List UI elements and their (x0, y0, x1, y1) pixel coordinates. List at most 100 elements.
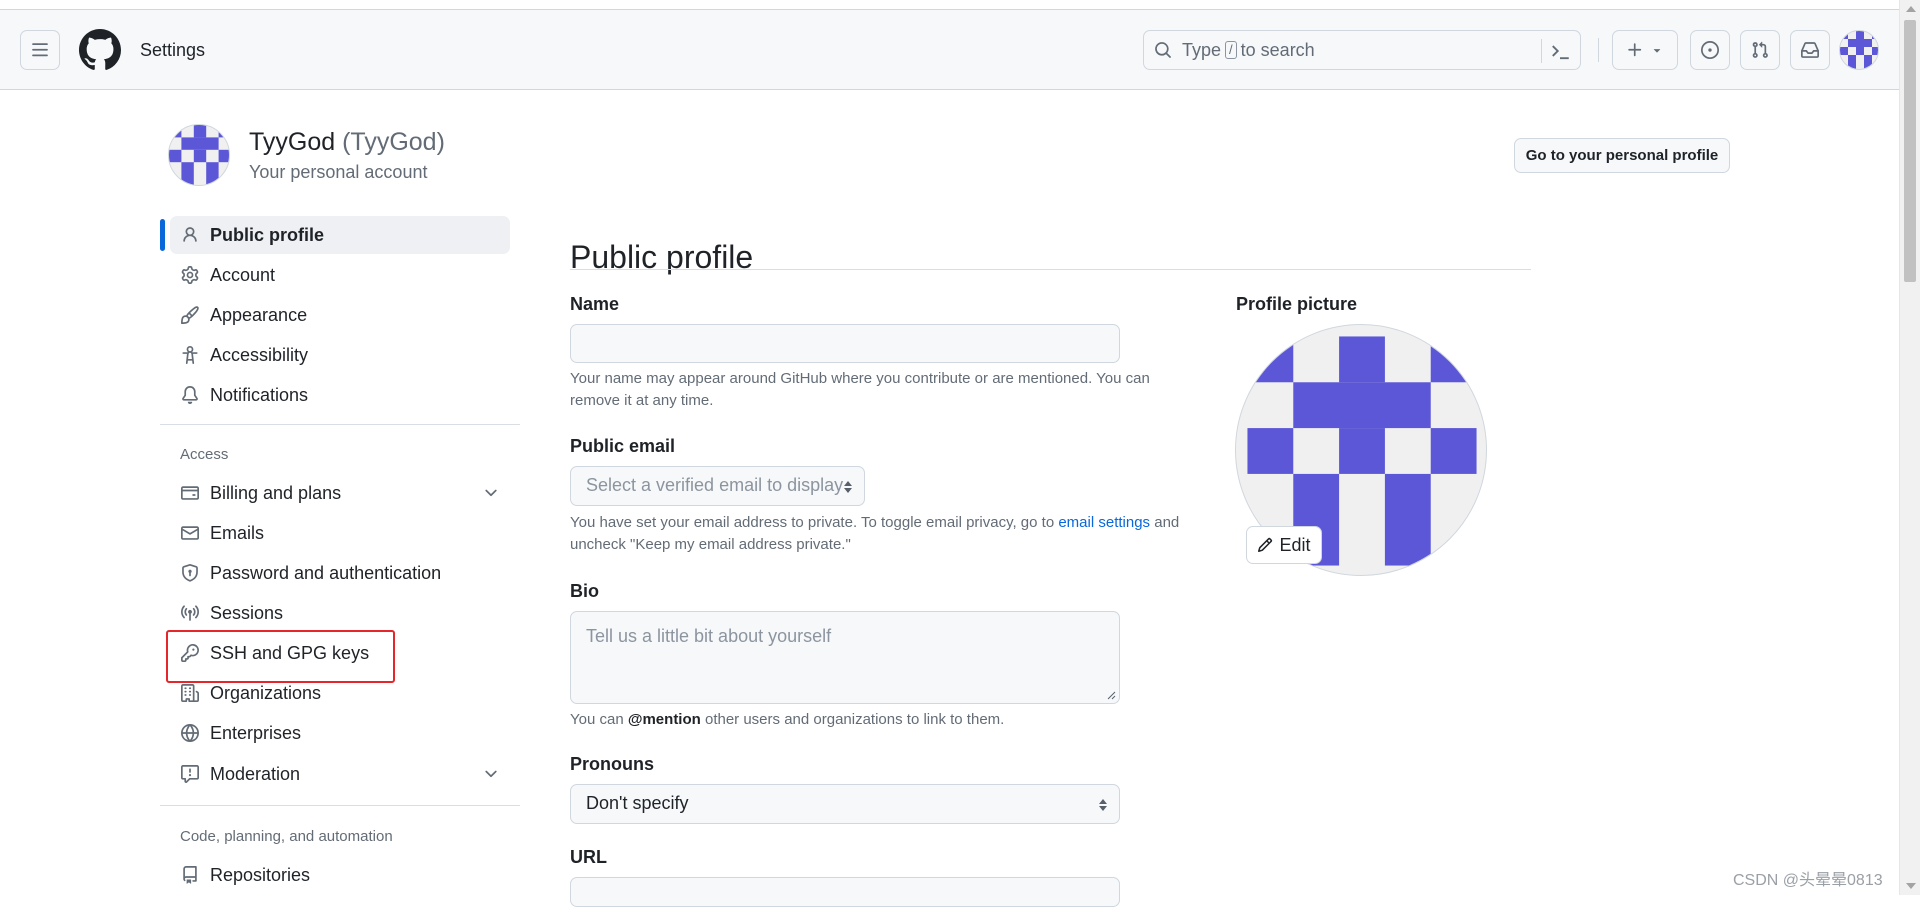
sidebar-divider (160, 805, 520, 806)
broadcast-icon (181, 605, 199, 621)
accessibility-icon (182, 346, 198, 364)
credit-card-icon (181, 486, 199, 500)
report-icon (181, 765, 199, 783)
window-top-strip (0, 0, 1899, 10)
go-to-profile-button[interactable]: Go to your personal profile (1514, 138, 1730, 173)
page-scrollbar[interactable] (1899, 0, 1920, 895)
search-prefix: Type (1182, 39, 1222, 60)
search-input[interactable]: Type / to search (1143, 30, 1581, 70)
bio-help-text: You can @mention other users and organiz… (570, 709, 1190, 731)
user-avatar[interactable] (1839, 30, 1879, 70)
profile-picture-label: Profile picture (1236, 294, 1358, 314)
issues-button[interactable] (1690, 30, 1730, 70)
sidebar-item-label: Notifications (210, 384, 309, 405)
plus-icon (1628, 43, 1642, 57)
search-divider (1541, 39, 1542, 63)
name-help-text: Your name may appear around GitHub where… (570, 370, 1150, 409)
shield-lock-icon (182, 564, 198, 582)
bio-help-mention: @mention (627, 711, 701, 728)
globe-icon (181, 724, 199, 742)
sidebar-item-moderation[interactable]: Moderation (170, 755, 510, 793)
sidebar-item-accessibility[interactable]: Accessibility (170, 336, 510, 374)
sidebar-item-billing[interactable]: Billing and plans (170, 474, 510, 512)
sidebar-item-public-profile[interactable]: Public profile (170, 216, 510, 254)
chevron-down-icon[interactable] (482, 765, 500, 783)
pronouns-select[interactable]: Don't specify (570, 784, 1120, 824)
github-logo-icon[interactable] (79, 29, 121, 71)
pencil-icon (1258, 537, 1273, 553)
bio-label: Bio (570, 581, 599, 601)
select-arrows-icon (1099, 799, 1107, 811)
account-login: (TyyGod) (342, 128, 445, 156)
sidebar-item-enterprises[interactable]: Enterprises (170, 714, 510, 752)
sidebar-item-sessions[interactable]: Sessions (170, 594, 510, 632)
create-new-button[interactable] (1612, 30, 1678, 70)
bio-help-before: You can (570, 711, 624, 728)
gear-icon (181, 266, 199, 284)
sidebar-heading-code: Code, planning, and automation (180, 828, 393, 845)
sidebar-item-label: Account (210, 264, 276, 285)
scroll-up-arrow-icon[interactable] (1906, 6, 1916, 12)
resize-handle-icon[interactable] (1106, 690, 1116, 700)
sidebar-item-account[interactable]: Account (170, 256, 510, 294)
sidebar-item-label: Organizations (210, 682, 322, 703)
search-shortcut-key: / (1225, 41, 1237, 59)
edit-picture-button[interactable]: Edit (1246, 526, 1322, 564)
inbox-button[interactable] (1790, 30, 1830, 70)
active-indicator (160, 219, 165, 251)
bell-icon (182, 386, 198, 404)
sidebar-item-label: Appearance (210, 304, 308, 325)
sidebar-item-label: Public profile (210, 224, 325, 245)
sidebar-divider (160, 424, 520, 425)
repo-icon (183, 866, 197, 884)
bio-placeholder: Tell us a little bit about yourself (586, 626, 832, 646)
hamburger-icon (32, 43, 48, 57)
select-arrows-icon (844, 481, 852, 493)
header-separator (1598, 38, 1599, 62)
sidebar-item-notifications[interactable]: Notifications (170, 376, 510, 414)
paintbrush-icon (181, 306, 199, 324)
person-icon (183, 227, 197, 242)
scrollbar-thumb[interactable] (1904, 20, 1916, 282)
url-label: URL (570, 847, 607, 867)
url-input[interactable] (570, 877, 1120, 907)
sidebar-item-password[interactable]: Password and authentication (170, 554, 510, 592)
git-pull-request-icon (1752, 41, 1768, 58)
identicon-avatar (169, 125, 229, 185)
sidebar-item-repositories[interactable]: Repositories (170, 856, 510, 894)
sidebar-item-appearance[interactable]: Appearance (170, 296, 510, 334)
name-label: Name (570, 294, 620, 314)
search-suffix: to search (1240, 39, 1315, 60)
public-email-selected: Select a verified email to display (586, 475, 844, 495)
email-help-before: You have set your email address to priva… (570, 514, 1055, 531)
bio-textarea[interactable]: Tell us a little bit about yourself (570, 611, 1120, 704)
sidebar-item-label: Emails (210, 522, 265, 543)
pronouns-selected: Don't specify (586, 793, 689, 813)
sidebar-item-label: Billing and plans (210, 482, 342, 503)
sidebar-item-label: Sessions (210, 602, 284, 623)
pronouns-label: Pronouns (570, 754, 654, 774)
title-divider (570, 269, 1531, 270)
page-title: Public profile (570, 239, 754, 276)
sidebar-item-emails[interactable]: Emails (170, 514, 510, 552)
account-name[interactable]: TyyGod (TyyGod) (249, 128, 445, 157)
email-settings-link[interactable]: email settings (1058, 514, 1150, 531)
menu-button[interactable] (20, 30, 60, 70)
mail-icon (181, 526, 199, 540)
chevron-down-icon[interactable] (482, 484, 500, 502)
command-palette-icon[interactable] (1550, 41, 1570, 61)
header-title[interactable]: Settings (140, 40, 205, 61)
account-avatar[interactable] (168, 124, 230, 186)
account-display-name: TyyGod (249, 128, 336, 156)
public-email-label: Public email (570, 436, 676, 456)
bio-help-after: other users and organizations to link to… (704, 711, 1005, 728)
name-input[interactable] (570, 324, 1120, 363)
watermark-text: CSDN @头晕晕0813 (1733, 872, 1883, 889)
public-email-select[interactable]: Select a verified email to display (570, 466, 865, 506)
scroll-down-arrow-icon[interactable] (1906, 883, 1916, 889)
sidebar-item-label: Repositories (210, 864, 311, 885)
pull-requests-button[interactable] (1740, 30, 1780, 70)
triangle-down-icon (1653, 49, 1661, 53)
sidebar-item-label: Moderation (210, 763, 301, 784)
identicon-avatar (1840, 31, 1878, 69)
